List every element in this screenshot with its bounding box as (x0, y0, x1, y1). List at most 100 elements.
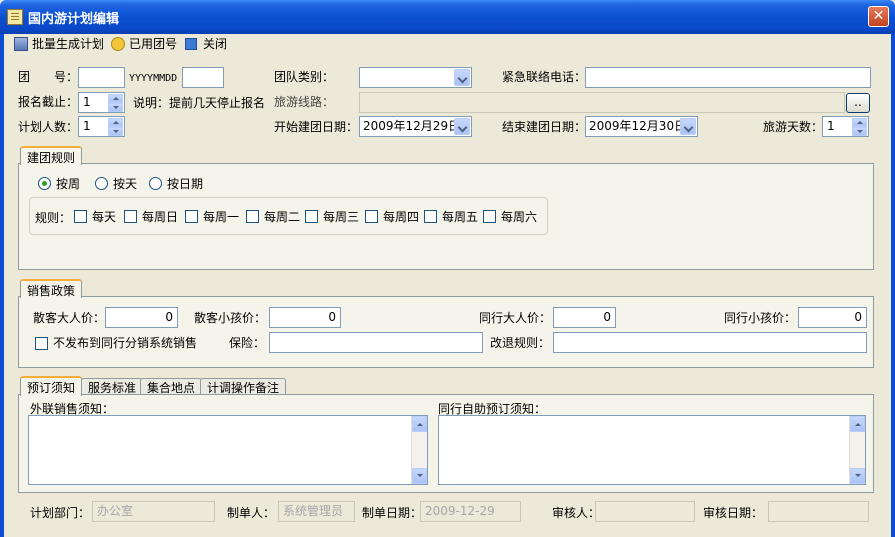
chevron-down-icon (454, 118, 470, 135)
scrollbar[interactable] (411, 416, 427, 484)
emergency-phone-input[interactable] (585, 67, 871, 88)
check-friday[interactable] (424, 210, 437, 223)
radio-by-date[interactable] (149, 177, 162, 190)
insurance-label: 保险： (229, 336, 266, 350)
toolbar: 批量生成计划 已用团号 关闭 (0, 34, 895, 56)
plan-people-label: 计划人数： (18, 120, 79, 134)
peer-child-label: 同行小孩价： (724, 311, 797, 325)
check-everyday-label: 每天 (92, 210, 117, 224)
chevron-down-icon (680, 118, 696, 135)
end-date-value: 2009年12月30日 (589, 119, 687, 133)
check-friday-label: 每周五 (442, 210, 479, 224)
window-close-button[interactable]: ✕ (868, 6, 889, 27)
check-monday[interactable] (185, 210, 198, 223)
signup-deadline-value: 1 (83, 95, 91, 109)
close-icon (185, 38, 197, 50)
group-no-input[interactable] (78, 67, 125, 88)
child-price-label: 散客小孩价： (194, 311, 267, 325)
days-label: 旅游天数： (763, 120, 824, 134)
radio-by-week-label: 按周 (56, 177, 81, 191)
spin-up-icon[interactable] (108, 94, 123, 103)
window-frame-left (0, 34, 4, 537)
days-stepper[interactable]: 1 (822, 116, 869, 137)
spin-down-icon[interactable] (108, 103, 123, 112)
plan-people-value: 1 (83, 119, 91, 133)
used-group-no-label: 已用团号 (129, 37, 178, 51)
signup-deadline-stepper[interactable]: 1 (78, 92, 125, 113)
scroll-down-icon[interactable] (850, 468, 865, 484)
scroll-down-icon[interactable] (412, 468, 427, 484)
refund-rules-input[interactable] (553, 332, 867, 353)
group-type-select[interactable] (359, 67, 472, 88)
child-price-input[interactable]: 0 (269, 307, 341, 328)
tab-rules[interactable]: 建团规则 (20, 146, 83, 165)
create-date-field: 2009-12-29 (420, 501, 521, 522)
toolbar-close-label: 关闭 (203, 37, 228, 51)
no-publish-checkbox[interactable] (35, 337, 48, 350)
check-everyday[interactable] (74, 210, 87, 223)
dept-label: 计划部门： (30, 506, 91, 520)
used-group-no-button[interactable]: 已用团号 (111, 35, 177, 53)
peer-child-input[interactable]: 0 (798, 307, 867, 328)
tab-sales[interactable]: 销售政策 (20, 279, 83, 298)
date-format-label: YYYYMMDD (129, 73, 178, 84)
radio-by-week[interactable] (38, 177, 51, 190)
radio-by-day-label: 按天 (113, 177, 138, 191)
batch-generate-label: 批量生成计划 (32, 37, 105, 51)
signup-deadline-label: 报名截止： (18, 95, 79, 109)
peer-adult-label: 同行大人价： (479, 311, 552, 325)
rules-label: 规则： (35, 211, 72, 225)
group-date-input[interactable] (182, 67, 224, 88)
external-notes-textarea[interactable] (28, 415, 428, 485)
app-icon (7, 9, 23, 25)
route-input[interactable] (359, 92, 845, 113)
end-date-label: 结束建团日期： (502, 120, 587, 134)
check-tuesday[interactable] (246, 210, 259, 223)
adult-price-label: 散客大人价： (33, 311, 106, 325)
check-saturday-label: 每周六 (501, 210, 538, 224)
start-date-picker[interactable]: 2009年12月29日 (359, 116, 472, 137)
group-type-label: 团队类别： (274, 70, 335, 84)
signup-note: 说明：提前几天停止报名 (133, 96, 266, 110)
window-frame-right (891, 34, 895, 537)
reviewer-field (595, 501, 695, 522)
check-saturday[interactable] (483, 210, 496, 223)
batch-icon (14, 37, 28, 51)
check-wednesday[interactable] (305, 210, 318, 223)
tab-meeting-point[interactable]: 集合地点 (140, 378, 203, 395)
scrollbar[interactable] (849, 416, 865, 484)
check-tuesday-label: 每周二 (264, 210, 301, 224)
spin-up-icon[interactable] (108, 118, 123, 127)
tab-service-standard[interactable]: 服务标准 (81, 378, 144, 395)
review-date-field (768, 501, 869, 522)
spin-down-icon[interactable] (852, 127, 867, 136)
tab-booking-notes[interactable]: 预订须知 (20, 376, 83, 396)
check-monday-label: 每周一 (203, 210, 240, 224)
peer-notes-textarea[interactable] (438, 415, 866, 485)
spin-up-icon[interactable] (852, 118, 867, 127)
route-label: 旅游线路： (274, 95, 335, 109)
check-sunday[interactable] (124, 210, 137, 223)
toolbar-close-button[interactable]: 关闭 (185, 35, 227, 53)
group-no-label: 团 号： (18, 70, 79, 84)
chevron-down-icon (454, 69, 470, 86)
scroll-up-icon[interactable] (850, 416, 865, 432)
plan-people-stepper[interactable]: 1 (78, 116, 125, 137)
spin-down-icon[interactable] (108, 127, 123, 136)
radio-by-day[interactable] (95, 177, 108, 190)
adult-price-input[interactable]: 0 (105, 307, 178, 328)
tab-operation-notes[interactable]: 计调操作备注 (200, 378, 287, 395)
scroll-up-icon[interactable] (412, 416, 427, 432)
no-publish-label: 不发布到同行分销系统销售 (53, 336, 198, 350)
end-date-picker[interactable]: 2009年12月30日 (585, 116, 698, 137)
check-sunday-label: 每周日 (142, 210, 179, 224)
title-bar (0, 0, 895, 34)
route-browse-button[interactable]: .. (846, 93, 870, 113)
refund-rules-label: 改退规则： (490, 336, 551, 350)
arrow-icon (111, 37, 125, 51)
check-thursday[interactable] (365, 210, 378, 223)
start-date-value: 2009年12月29日 (363, 119, 461, 133)
insurance-input[interactable] (269, 332, 483, 353)
batch-generate-button[interactable]: 批量生成计划 (14, 35, 104, 53)
peer-adult-input[interactable]: 0 (553, 307, 616, 328)
